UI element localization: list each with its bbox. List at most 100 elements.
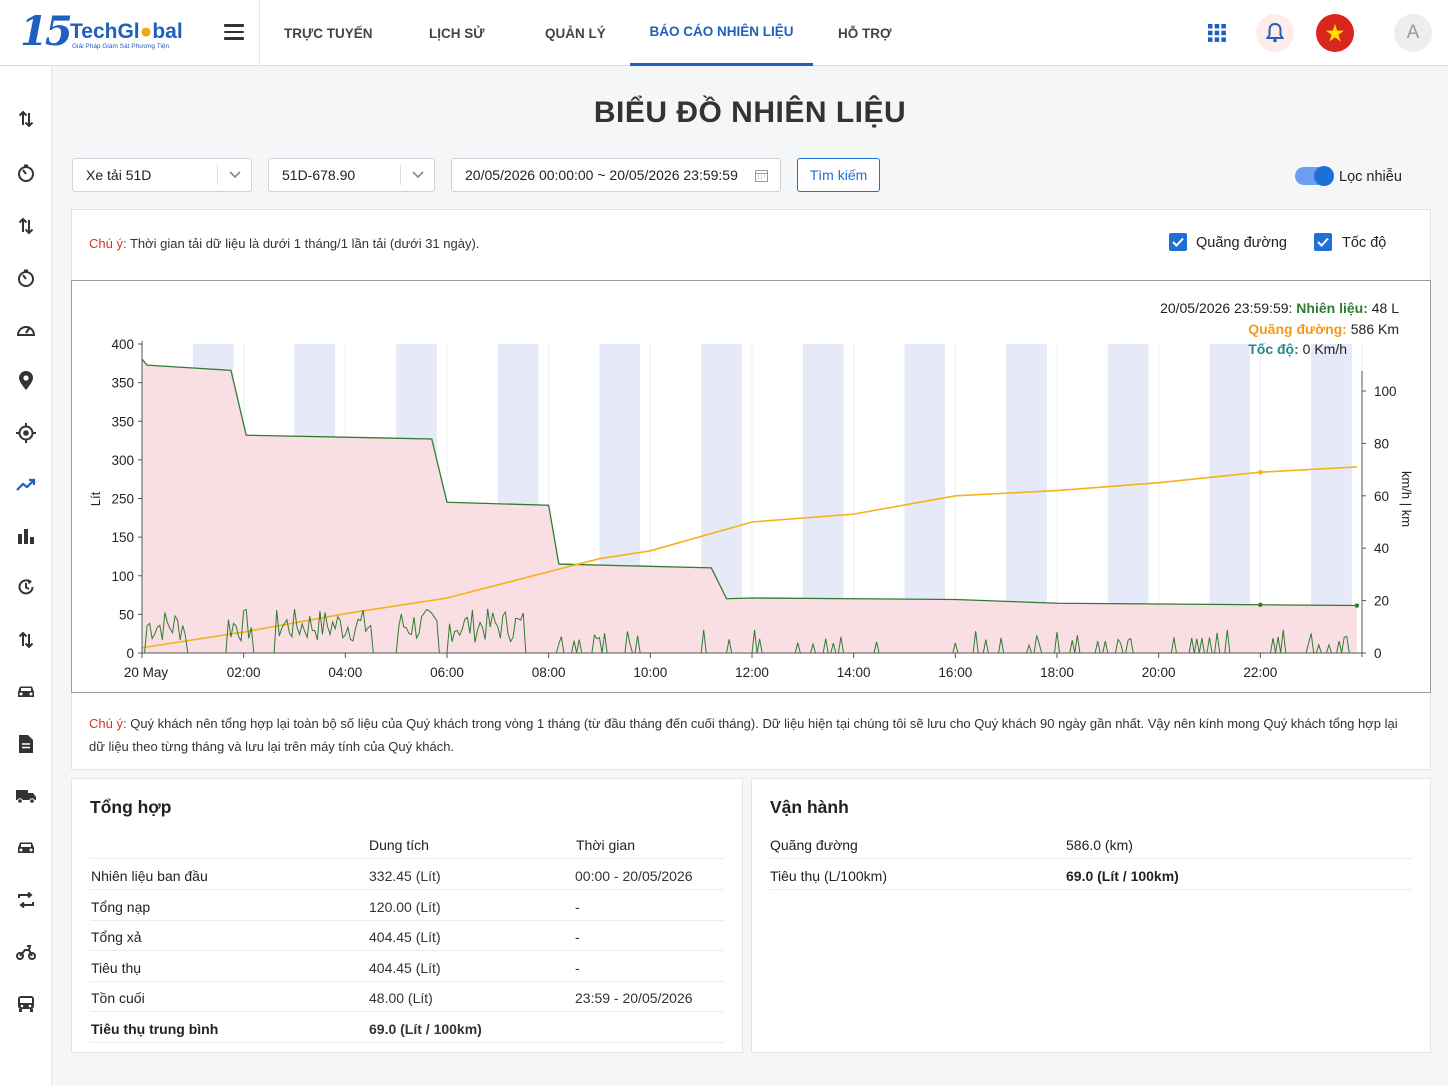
distance-point (1258, 470, 1263, 475)
speedometer-icon[interactable] (14, 318, 38, 342)
route-icon[interactable] (14, 888, 38, 912)
motorbike-icon[interactable] (14, 940, 38, 964)
y-left-tick-label: 350 (111, 414, 134, 429)
y-left-tick-label: 50 (119, 607, 134, 622)
operation-title: Vận hành (770, 797, 849, 817)
chevron-down-icon (400, 165, 434, 185)
transfer-icon[interactable] (14, 628, 38, 652)
table-row: Tiêu thụ trung bình 69.0 (Lít / 100km) (90, 1013, 724, 1043)
y-right-tick-label: 40 (1374, 541, 1389, 556)
noise-filter-label: Lọc nhiễu (1339, 169, 1402, 185)
gps-target-icon[interactable] (14, 421, 38, 445)
document-icon[interactable] (14, 732, 38, 756)
top-bar: 15 TechGl●bal Giải Pháp Giám Sát Phương … (0, 0, 1448, 66)
row-label: Tiêu thụ (L/100km) (770, 867, 887, 884)
y-right-tick-label: 60 (1374, 489, 1389, 504)
y-right-tick-label: 0 (1374, 646, 1382, 661)
row-time: 23:59 - 20/05/2026 (575, 990, 693, 1007)
bell-icon[interactable] (1256, 14, 1294, 52)
distance-checkbox-label: Quãng đường (1196, 235, 1287, 251)
bar-chart-icon[interactable] (14, 524, 38, 548)
vietnam-flag-icon[interactable] (1316, 14, 1354, 52)
y-left-tick-label: 250 (111, 492, 134, 507)
row-capacity: 404.45 (Lít) (369, 959, 441, 976)
page-title: BIỂU ĐỒ NHIÊN LIỆU (593, 96, 907, 129)
col-capacity: Dung tích (369, 837, 429, 853)
tooltip-fuel-value: 48 L (1371, 300, 1399, 316)
speed-checkbox[interactable] (1314, 233, 1332, 251)
search-button[interactable]: Tìm kiếm (797, 158, 880, 192)
row-label: Tổng xả (91, 929, 142, 946)
table-row: Tiêu thụ 404.45 (Lít) - (90, 952, 724, 982)
y-right-tick-label: 20 (1374, 594, 1389, 609)
row-value: 69.0 (Lít / 100km) (1066, 867, 1179, 884)
transfer-icon[interactable] (14, 107, 38, 131)
row-label: Tổng nạp (91, 898, 151, 915)
x-tick-label: 20 May (124, 665, 169, 680)
x-tick-label: 06:00 (430, 665, 464, 680)
table-row: Tiêu thụ (L/100km) 69.0 (Lít / 100km) (770, 860, 1412, 890)
bus-icon[interactable] (14, 992, 38, 1016)
x-tick-label: 12:00 (735, 665, 769, 680)
trend-chart-icon[interactable] (14, 473, 38, 497)
tooltip-distance-label: Quãng đường: (1248, 320, 1347, 337)
chevron-down-icon (217, 165, 251, 185)
fuel-chart[interactable]: 0 50 100 150 250 300 350 350 400 0 20 40 60 80 100 20 M… (71, 280, 1431, 693)
notice-text: Chú ý: Thời gian tải dữ liệu là dưới 1 t… (89, 236, 480, 251)
x-tick-label: 10:00 (633, 665, 667, 680)
row-label: Tồn cuối (91, 990, 145, 1007)
y-right-axis-label: km/h | km (1399, 471, 1414, 527)
operation-panel: Vận hành Quãng đường 586.0 (km) Tiêu thụ (… (751, 778, 1431, 1053)
row-value: 586.0 (km) (1066, 837, 1133, 853)
avatar[interactable]: A (1394, 14, 1432, 52)
table-row: Tổng xả 404.45 (Lít) - (90, 921, 724, 952)
tooltip-speed-value: 0 Km/h (1302, 341, 1348, 357)
nav-manage[interactable]: QUẢN LÝ (545, 0, 606, 66)
car-icon[interactable] (14, 680, 38, 704)
nav-support[interactable]: HỖ TRỢ (838, 0, 892, 66)
fuel-point (1354, 603, 1360, 608)
table-row: Nhiên liệu ban đầu 332.45 (Lít) 00:00 - 20… (90, 860, 724, 890)
history-icon[interactable] (14, 575, 38, 599)
distance-checkbox[interactable] (1169, 233, 1187, 251)
y-left-axis-label: Lít (88, 491, 103, 506)
x-tick-label: 08:00 (532, 665, 566, 680)
date-range-input[interactable]: 20/05/2026 00:00:00 ~ 20/05/2026 23:59:5… (451, 158, 781, 192)
y-left-tick-label: 300 (111, 453, 134, 468)
apps-grid-icon[interactable] (1198, 14, 1236, 52)
x-tick-label: 18:00 (1040, 665, 1074, 680)
tooltip-fuel-label: Nhiên liệu: (1296, 300, 1368, 316)
nav-fuel-report[interactable]: BÁO CÁO NHIÊN LIỆU (630, 0, 813, 66)
location-pin-icon[interactable] (14, 369, 38, 393)
x-tick-label: 20:00 (1142, 665, 1176, 680)
noise-filter-toggle[interactable] (1295, 166, 1334, 186)
row-time: - (575, 898, 580, 915)
menu-icon[interactable] (224, 24, 244, 40)
logo-number: 15 (20, 8, 73, 55)
footnote-text: Chú ý: Quý khách nên tổng hợp lại toàn b… (89, 716, 1398, 754)
plate-select[interactable]: 51D-678.90 (268, 158, 435, 192)
timer-icon[interactable] (14, 161, 38, 185)
y-left-tick-label: 400 (111, 337, 134, 352)
logo-tagline: Giải Pháp Giám Sát Phương Tiện (72, 43, 170, 50)
x-tick-label: 16:00 (938, 665, 972, 680)
speed-checkbox-label: Tốc độ (1342, 235, 1387, 251)
logo-name: TechGl●bal (70, 20, 183, 43)
vehicle-type-select[interactable]: Xe tải 51D (72, 158, 252, 192)
row-time: - (575, 959, 580, 976)
calendar-icon (755, 169, 768, 185)
truck-icon[interactable] (14, 784, 38, 808)
timer-icon[interactable] (14, 266, 38, 290)
y-left-tick-label: 0 (126, 646, 134, 661)
row-label: Tiêu thụ trung bình (91, 1021, 219, 1037)
transfer-icon[interactable] (14, 214, 38, 238)
nav-online[interactable]: TRỰC TUYẾN (284, 0, 372, 66)
nav-history[interactable]: LỊCH SỬ (429, 0, 484, 66)
y-right-tick-label: 100 (1374, 384, 1397, 399)
date-range-value: 20/05/2026 00:00:00 ~ 20/05/2026 23:59:5… (465, 167, 738, 183)
summary-panel: Tổng hợp Dung tích Thời gian Nhiên liệu … (71, 778, 743, 1053)
sidebar (0, 66, 52, 1086)
car-icon[interactable] (14, 836, 38, 860)
y-left-tick-label: 100 (111, 569, 134, 584)
logo[interactable]: 15 TechGl●bal Giải Pháp Giám Sát Phương … (0, 0, 260, 66)
